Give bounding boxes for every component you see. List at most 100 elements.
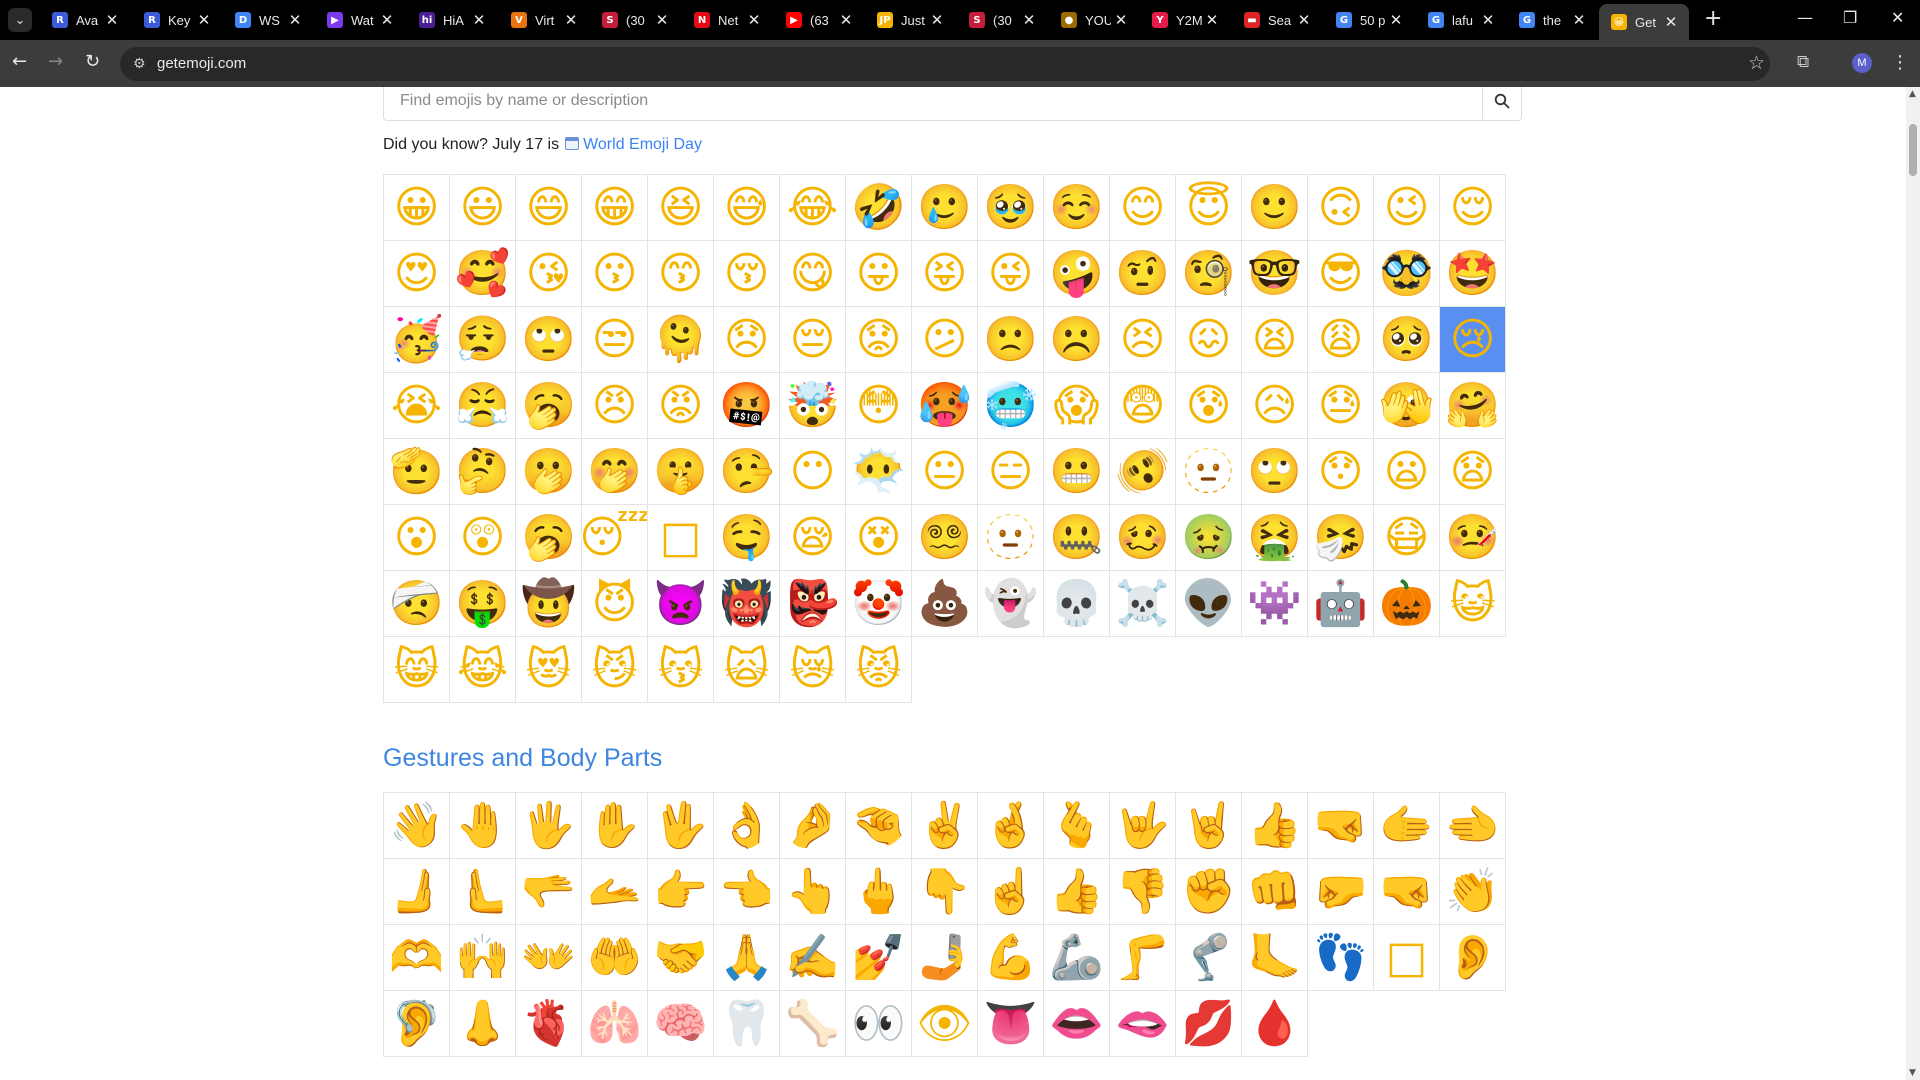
emoji-cell[interactable]: 😶‍🌫️ xyxy=(845,438,912,505)
emoji-cell[interactable]: 🤑 xyxy=(449,570,516,637)
tab-close-icon[interactable]: ✕ xyxy=(196,11,212,29)
menu-icon[interactable]: ⋮ xyxy=(1891,52,1909,73)
emoji-cell[interactable]: 😇 xyxy=(1175,174,1242,241)
emoji-cell[interactable]: 🤭 xyxy=(581,438,648,505)
emoji-cell[interactable]: 🖐 xyxy=(515,792,582,859)
tab-close-icon[interactable]: ✕ xyxy=(929,11,945,29)
emoji-cell[interactable]: 😦 xyxy=(1373,438,1440,505)
emoji-cell[interactable]: 😮‍💨 xyxy=(449,306,516,373)
browser-tab[interactable]: S (30 ✕ xyxy=(590,4,680,36)
emoji-cell[interactable]: 🤜 xyxy=(1307,792,1374,859)
emoji-cell[interactable]: 👻 xyxy=(977,570,1044,637)
browser-tab[interactable]: N Net ✕ xyxy=(682,4,772,36)
emoji-cell[interactable]: 🙂 xyxy=(1241,174,1308,241)
emoji-cell[interactable]: 👏 xyxy=(1439,858,1506,925)
emoji-cell[interactable]: 🥹 xyxy=(977,174,1044,241)
emoji-cell[interactable]: 🫀 xyxy=(515,990,582,1057)
emoji-cell[interactable]: 😙 xyxy=(647,240,714,307)
emoji-cell[interactable]: 🥱 xyxy=(515,372,582,439)
emoji-cell[interactable]: 🤕 xyxy=(383,570,450,637)
emoji-cell[interactable]: 😸 xyxy=(383,636,450,703)
emoji-cell[interactable]: 🤢 xyxy=(1175,504,1242,571)
emoji-cell[interactable]: 🧐 xyxy=(1175,240,1242,307)
emoji-cell[interactable]: 😷 xyxy=(1373,504,1440,571)
browser-tab[interactable]: V Virt ✕ xyxy=(499,4,589,36)
emoji-cell[interactable]: 🤫 xyxy=(647,438,714,505)
browser-tab[interactable]: ▬ Sea ✕ xyxy=(1232,4,1322,36)
restore-icon[interactable]: ❐ xyxy=(1843,8,1857,27)
emoji-cell[interactable]: 😘 xyxy=(515,240,582,307)
emoji-cell[interactable]: 🦴 xyxy=(779,990,846,1057)
emoji-cell[interactable]: □ xyxy=(1373,924,1440,991)
emoji-cell[interactable]: 🫰 xyxy=(1043,792,1110,859)
emoji-cell[interactable]: 😖 xyxy=(1175,306,1242,373)
emoji-cell[interactable]: 💋 xyxy=(1175,990,1242,1057)
emoji-cell[interactable]: 👇 xyxy=(911,858,978,925)
emoji-cell[interactable]: ✍️ xyxy=(779,924,846,991)
emoji-cell[interactable]: 💪 xyxy=(977,924,1044,991)
site-info-icon[interactable]: ⚙ xyxy=(133,56,146,72)
search-button[interactable] xyxy=(1482,87,1521,119)
emoji-cell[interactable]: 😤 xyxy=(449,372,516,439)
emoji-cell[interactable]: 😳 xyxy=(845,372,912,439)
tab-close-icon[interactable]: ✕ xyxy=(1204,11,1220,29)
emoji-cell[interactable]: 😜 xyxy=(977,240,1044,307)
emoji-cell[interactable]: ✌️ xyxy=(911,792,978,859)
emoji-cell[interactable]: 👹 xyxy=(713,570,780,637)
emoji-cell[interactable]: 😴 xyxy=(579,504,650,571)
emoji-cell[interactable]: 🙌 xyxy=(449,924,516,991)
emoji-cell[interactable]: 🥰 xyxy=(449,240,516,307)
emoji-cell[interactable]: 🦿 xyxy=(1175,924,1242,991)
browser-tab[interactable]: ▶ Wat ✕ xyxy=(315,4,405,36)
emoji-cell[interactable]: 😗 xyxy=(581,240,648,307)
emoji-cell[interactable]: 😒 xyxy=(581,306,648,373)
emoji-cell[interactable]: 😠 xyxy=(581,372,648,439)
emoji-cell[interactable]: 🧠 xyxy=(647,990,714,1057)
emoji-cell[interactable]: 🤠 xyxy=(515,570,582,637)
emoji-cell[interactable]: 😚 xyxy=(713,240,780,307)
emoji-cell[interactable]: 👌 xyxy=(713,792,780,859)
emoji-cell[interactable]: 🤐 xyxy=(1043,504,1110,571)
emoji-cell[interactable]: 🤟 xyxy=(1109,792,1176,859)
emoji-cell[interactable]: 😩 xyxy=(1307,306,1374,373)
close-window-icon[interactable]: ✕ xyxy=(1891,8,1904,27)
emoji-cell[interactable]: 🫥 xyxy=(1175,438,1242,505)
emoji-cell[interactable]: 🫠 xyxy=(647,306,714,373)
emoji-cell[interactable]: 🫥 xyxy=(977,504,1044,571)
emoji-cell[interactable]: 👈 xyxy=(713,858,780,925)
emoji-cell[interactable]: 🤒 xyxy=(1439,504,1506,571)
emoji-cell[interactable]: 😶 xyxy=(779,438,846,505)
emoji-cell[interactable]: 👍 xyxy=(1241,792,1308,859)
emoji-cell[interactable]: 🙄 xyxy=(1241,438,1308,505)
tab-close-icon[interactable]: ✕ xyxy=(1113,11,1129,29)
emoji-cell[interactable]: 😲 xyxy=(449,504,516,571)
emoji-cell[interactable]: 🤤 xyxy=(713,504,780,571)
emoji-cell[interactable]: ☠️ xyxy=(1109,570,1176,637)
emoji-cell[interactable]: 🤛 xyxy=(1307,858,1374,925)
reload-icon[interactable]: ↻ xyxy=(85,51,100,72)
browser-tab[interactable]: D WS ✕ xyxy=(223,4,313,36)
emoji-cell[interactable]: 👍 xyxy=(1043,858,1110,925)
emoji-cell[interactable]: 🦶 xyxy=(1241,924,1308,991)
emoji-cell[interactable]: 😂 xyxy=(779,174,846,241)
emoji-cell[interactable]: 🦻 xyxy=(383,990,450,1057)
emoji-cell[interactable]: 😹 xyxy=(449,636,516,703)
emoji-cell[interactable]: 🥱 xyxy=(515,504,582,571)
emoji-cell[interactable]: 🖕 xyxy=(845,858,912,925)
emoji-cell[interactable]: 🫴 xyxy=(581,858,648,925)
emoji-cell[interactable]: 👁 xyxy=(911,990,978,1057)
emoji-cell[interactable]: 😮 xyxy=(383,504,450,571)
emoji-cell[interactable]: 🫲 xyxy=(1439,792,1506,859)
emoji-cell[interactable]: 🙁 xyxy=(977,306,1044,373)
browser-tab[interactable]: JP Just ✕ xyxy=(865,4,955,36)
emoji-cell[interactable]: 🤔 xyxy=(449,438,516,505)
emoji-cell[interactable]: 🥲 xyxy=(911,174,978,241)
bookmark-star-icon[interactable]: ☆ xyxy=(1748,52,1765,74)
emoji-cell[interactable]: 🦵 xyxy=(1109,924,1176,991)
emoji-cell[interactable]: 🤲 xyxy=(581,924,648,991)
emoji-cell[interactable]: 🤥 xyxy=(713,438,780,505)
emoji-cell[interactable]: ☺️ xyxy=(1043,174,1110,241)
emoji-cell[interactable]: 😡 xyxy=(647,372,714,439)
scroll-up-icon[interactable]: ▲ xyxy=(1909,89,1916,99)
emoji-cell[interactable]: 🫳 xyxy=(515,858,582,925)
